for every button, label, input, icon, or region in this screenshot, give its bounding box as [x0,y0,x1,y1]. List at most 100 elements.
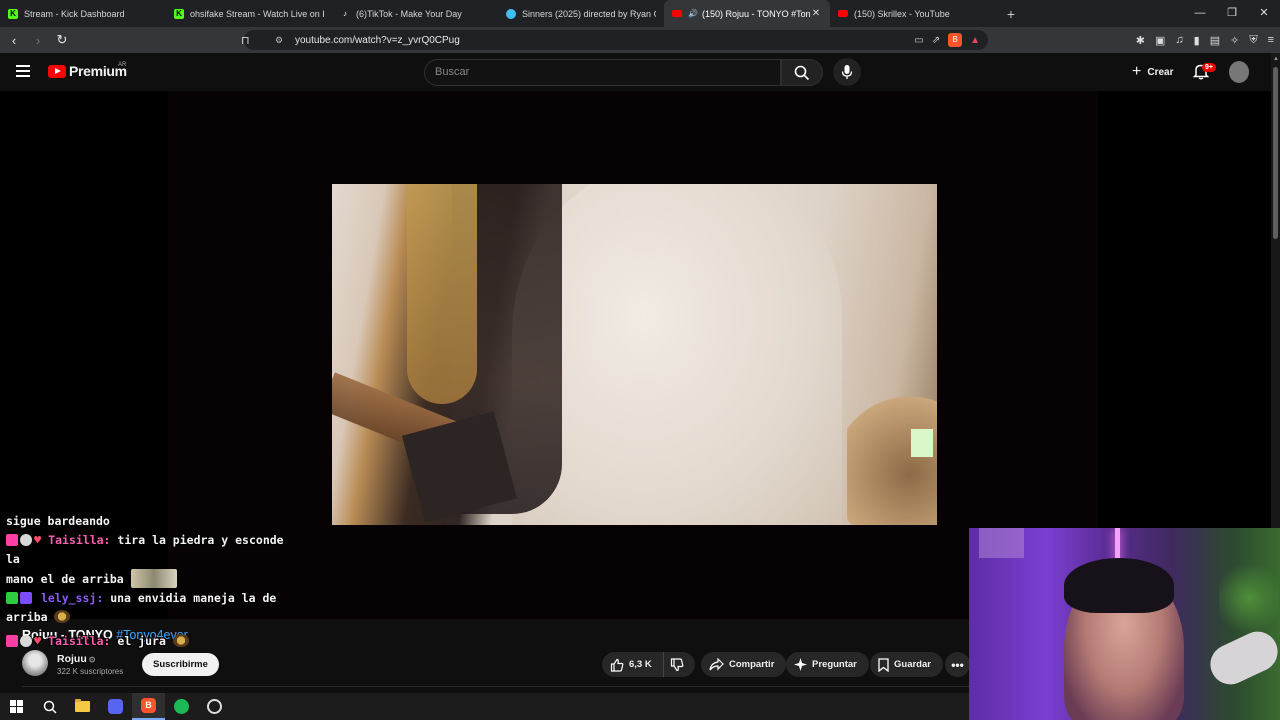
channel-name[interactable]: Rojuu ⊙ [57,653,95,665]
screenshot-icon[interactable]: ▣ [1155,34,1165,47]
sub-badge-icon [6,534,18,546]
thumbs-up-icon [610,658,624,672]
country-code: AR [118,62,127,68]
subscriber-count: 322 K suscriptores [57,667,124,676]
start-button[interactable] [0,693,33,720]
media-icon[interactable]: ♫ [1175,34,1183,46]
search-icon [43,700,57,714]
extensions-icon[interactable]: ✱ [1136,34,1145,47]
taskbar-search-button[interactable] [33,693,66,720]
more-dots-icon: ••• [951,657,964,672]
chat-text: el jura [117,634,166,648]
create-button[interactable]: + Crear [1124,59,1181,85]
speaker-icon[interactable]: 🔊 [688,9,698,18]
search-button[interactable] [781,59,823,86]
brave-icon: B [141,698,156,713]
dislike-button[interactable] [664,657,695,672]
ask-label: Preguntar [812,659,857,670]
video-frame[interactable] [332,184,937,525]
youtube-icon [838,10,848,17]
chat-text: una envidia maneja la de [110,591,277,605]
url-text[interactable]: youtube.com/watch?v=z_yvrQ0CPug [295,35,460,46]
wallet-icon[interactable]: ▤ [1210,34,1220,47]
close-window-icon[interactable]: ✕ [1248,0,1280,27]
file-explorer-button[interactable] [66,693,99,720]
brave-rewards-icon[interactable]: ▲ [970,35,980,46]
chat-message: ♥ Taisilla: tira la piedra y esconde la [6,531,296,569]
chat-emote [172,634,189,647]
scrollbar-thumb[interactable] [1273,67,1278,239]
bookmark-icon[interactable]: ⊓ [241,34,250,47]
new-tab-button[interactable]: + [1000,6,1022,22]
minimize-icon[interactable]: — [1184,0,1216,27]
spotify-button[interactable] [165,693,198,720]
verified-icon: ⊙ [88,655,96,664]
like-dislike-group: 6,3 K [602,652,695,677]
search-icon [794,65,810,80]
reload-icon[interactable]: ↻ [52,32,72,48]
voice-search-button[interactable] [833,58,861,86]
tiktok-icon: ♪ [343,9,347,18]
obs-icon [207,699,222,714]
kick-icon: K [174,8,184,19]
youtube-logo[interactable]: Premium [48,63,127,79]
save-button[interactable]: Guardar [870,652,943,677]
chat-emote [130,569,177,588]
stream-chat-overlay: sigue bardeando ♥ Taisilla: tira la pied… [6,512,296,651]
save-label: Guardar [894,659,931,670]
channel-name-text[interactable]: Rojuu [57,653,87,665]
tab-letterboxd[interactable]: Sinners (2025) directed by Ryan Coog [498,0,664,27]
back-icon[interactable]: ‹ [4,33,24,48]
share-button[interactable]: Compartir [701,652,787,677]
video-content [911,429,933,457]
hamburger-menu-icon[interactable] [16,65,30,77]
chat-text: mano el de arriba [6,572,124,586]
share-arrow-icon [709,658,724,671]
notification-count-badge: 9+ [1202,63,1216,72]
vpn-icon[interactable]: ⛨ [1249,34,1257,47]
thumbs-down-icon [670,657,684,671]
close-tab-icon[interactable]: ✕ [810,8,822,19]
tab-kick-stream[interactable]: K ohsifake Stream - Watch Live on Kick [166,0,332,27]
youtube-header: Premium AR Buscar + Crear [0,53,1280,91]
sparkle-icon [794,658,807,671]
leo-ai-icon[interactable]: ✧ [1230,34,1239,47]
tab-tiktok[interactable]: ♪ (6)TikTok - Make Your Day [332,0,498,27]
tab-youtube-rojuu[interactable]: 🔊 (150) Rojuu - TONYO #Tonyo ✕ [664,0,830,27]
tab-title: (150) Skrillex - YouTube [854,8,950,19]
webcam-content [1219,558,1279,638]
site-settings-icon[interactable]: ⚙ [275,35,283,46]
cloud-badge-icon [20,534,32,546]
brave-button[interactable]: B [132,693,165,720]
heart-badge-icon: ♥ [34,634,42,648]
tab-title: (150) Rojuu - TONYO #Tonyo [701,8,810,19]
tab-title: Sinners (2025) directed by Ryan Coog [522,8,656,19]
ask-button[interactable]: Preguntar [786,652,869,677]
account-avatar[interactable] [1229,61,1249,83]
chat-username: Taisilla: [48,533,111,547]
windows-taskbar: B [0,693,969,720]
tab-kick-dashboard[interactable]: K Stream - Kick Dashboard [0,0,166,27]
scroll-up-icon[interactable]: ▲ [1273,56,1279,62]
letterboxd-icon [506,8,516,19]
like-button[interactable]: 6,3 K [602,652,664,677]
chat-message: ♥ Taisilla: el jura [6,632,296,651]
search-input[interactable]: Buscar [424,59,781,86]
obs-button[interactable] [198,693,231,720]
address-bar-actions: ▭ ⇗ B ▲ [914,33,980,47]
share-icon[interactable]: ⇗ [932,35,940,46]
chat-message: lely_ssj: una envidia maneja la de [6,589,296,608]
discord-button[interactable] [99,693,132,720]
tab-youtube-skrillex[interactable]: (150) Skrillex - YouTube [830,0,996,27]
address-bar[interactable]: ⊓ ⚙ youtube.com/watch?v=z_yvrQ0CPug ▭ ⇗ … [241,30,988,50]
browser-menu-icon[interactable]: ≡ [1268,34,1274,46]
more-actions-button[interactable]: ••• [945,652,970,677]
channel-avatar[interactable] [22,650,48,676]
forward-icon[interactable]: › [28,33,48,48]
brave-shields-icon[interactable]: B [948,33,963,47]
subscribe-button[interactable]: Suscribirme [142,653,219,676]
youtube-icon [672,10,682,17]
sidebar-icon[interactable]: ▮ [1194,34,1200,47]
restore-icon[interactable]: ❐ [1216,0,1248,27]
cast-icon[interactable]: ▭ [914,35,923,46]
